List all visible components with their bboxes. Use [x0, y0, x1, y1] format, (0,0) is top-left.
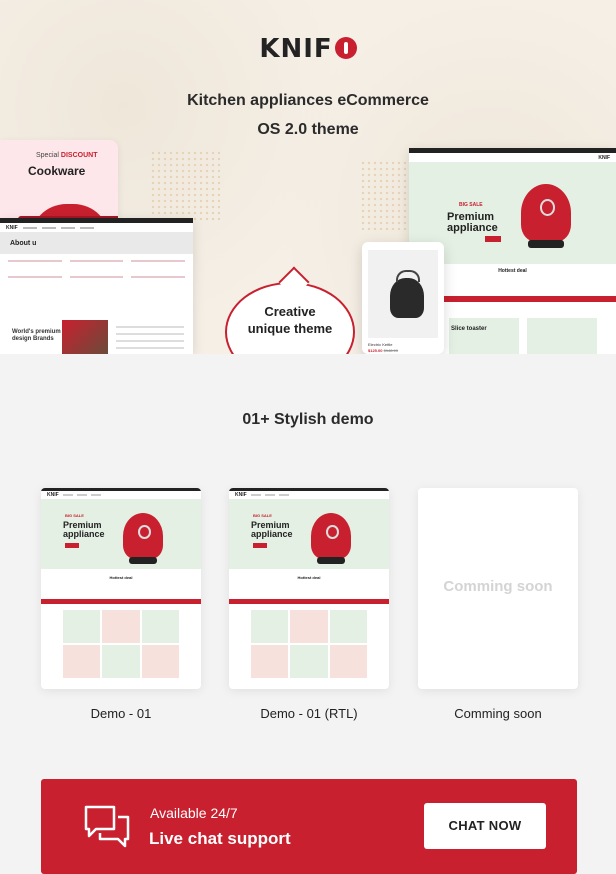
- mixer-image: [62, 320, 108, 354]
- coming-soon-placeholder: Comming soon: [443, 578, 553, 595]
- availability-text: Available 24/7: [150, 805, 238, 821]
- hero-tagline: Kitchen appliances eCommerce OS 2.0 them…: [187, 92, 429, 138]
- chat-now-button[interactable]: CHAT NOW: [424, 803, 546, 849]
- brand-logo: KNIF: [0, 34, 616, 64]
- demo-01-rtl-label[interactable]: Demo - 01 (RTL): [229, 706, 389, 721]
- speech-bubble-text: Creative unique theme: [247, 304, 333, 336]
- kettle-image: [311, 513, 351, 564]
- product-card-mockup: Electric Kettle $125.00 $148.00: [362, 242, 444, 354]
- kettle-image: [123, 513, 163, 564]
- demo-01-label[interactable]: Demo - 01: [41, 706, 201, 721]
- hero-section: KNIF Kitchen appliances eCommerce OS 2.0…: [0, 0, 616, 354]
- chat-icon: [84, 805, 130, 848]
- coming-soon-label: Comming soon: [454, 706, 542, 721]
- demos-heading: 01+ Stylish demo: [242, 411, 374, 428]
- demo-01-rtl-card[interactable]: KNIF BIG SALE Premium appliance Hottest d…: [229, 488, 389, 689]
- black-kettle-image: [390, 270, 424, 318]
- about-page-mockup: KNIF About u World's premium design Brand…: [0, 218, 193, 354]
- kettle-image: [521, 184, 571, 248]
- live-chat-title: Live chat support: [149, 829, 291, 848]
- demo-01-card[interactable]: KNIF BIG SALE Premium appliance Hottest d…: [41, 488, 201, 689]
- dot-pattern: [150, 150, 220, 220]
- spoon-logo-icon: [334, 37, 357, 59]
